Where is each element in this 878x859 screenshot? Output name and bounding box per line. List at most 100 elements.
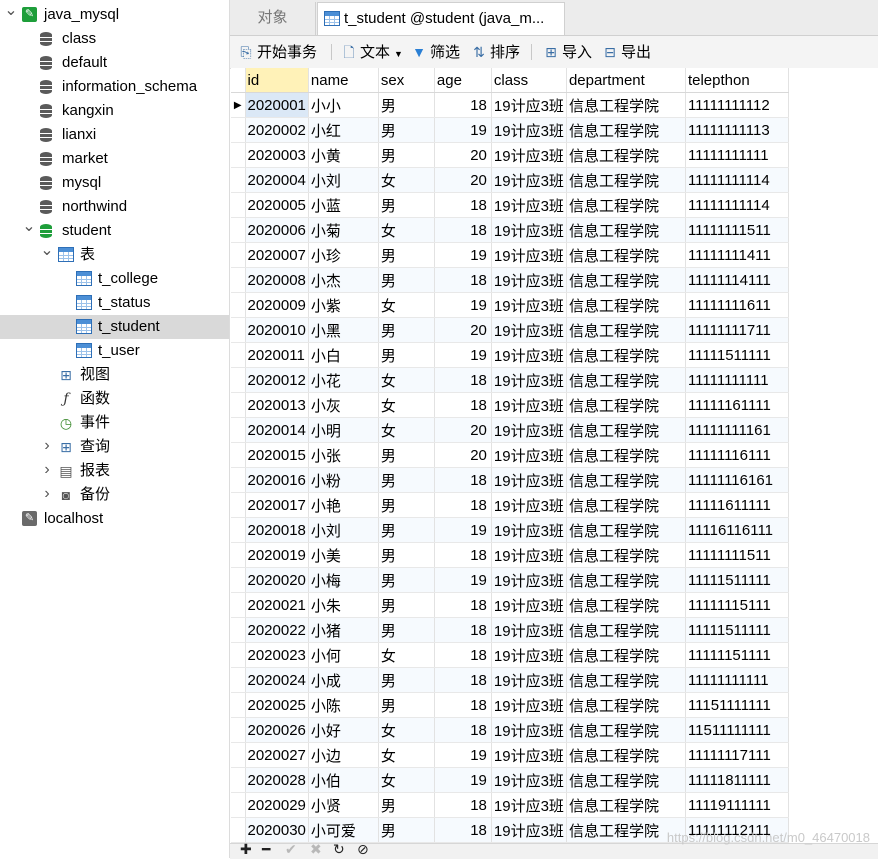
cell-class[interactable]: 19计应3班 bbox=[491, 142, 567, 168]
cell-id[interactable]: 2020021 bbox=[245, 592, 309, 618]
cell-sex[interactable]: 女 bbox=[378, 417, 435, 443]
row-header[interactable] bbox=[231, 667, 246, 693]
cell-id[interactable]: 2020004 bbox=[245, 167, 309, 193]
cell-telepthon[interactable]: 11111111511 bbox=[685, 217, 789, 243]
cell-class[interactable]: 19计应3班 bbox=[491, 742, 567, 768]
cell-telepthon[interactable]: 11111611111 bbox=[685, 492, 789, 518]
cell-name[interactable]: 小伯 bbox=[308, 767, 379, 793]
cell-telepthon[interactable]: 11111111611 bbox=[685, 292, 789, 318]
cell-department[interactable]: 信息工程学院 bbox=[566, 92, 686, 118]
cell-sex[interactable]: 男 bbox=[378, 317, 435, 343]
cell-telepthon[interactable]: 11111116161 bbox=[685, 467, 789, 493]
cell-id[interactable]: 2020027 bbox=[245, 742, 309, 768]
chevron-down-icon[interactable]: ⌄ bbox=[40, 243, 54, 267]
cell-telepthon[interactable]: 11111111111 bbox=[685, 142, 789, 168]
tree-item[interactable]: ⌄ student bbox=[0, 219, 229, 243]
table-row[interactable]: 2020025 小陈男 18 19计应3班 信息工程学院 11151111111 bbox=[231, 692, 789, 718]
cell-sex[interactable]: 男 bbox=[378, 442, 435, 468]
cell-sex[interactable]: 女 bbox=[378, 217, 435, 243]
cell-age[interactable]: 19 bbox=[434, 517, 492, 543]
tree-item[interactable]: market bbox=[0, 147, 229, 171]
cell-sex[interactable]: 男 bbox=[378, 242, 435, 268]
table-row[interactable]: 2020027 小边女 19 19计应3班 信息工程学院 11111117111 bbox=[231, 742, 789, 768]
table-row[interactable]: 2020010 小黑男 20 19计应3班 信息工程学院 11111111711 bbox=[231, 317, 789, 343]
cell-sex[interactable]: 女 bbox=[378, 167, 435, 193]
cell-name[interactable]: 小杰 bbox=[308, 267, 379, 293]
cell-telepthon[interactable]: 11111111111 bbox=[685, 367, 789, 393]
cell-id[interactable]: 2020029 bbox=[245, 792, 309, 818]
cell-telepthon[interactable]: 11111511111 bbox=[685, 567, 789, 593]
cell-department[interactable]: 信息工程学院 bbox=[566, 292, 686, 318]
cell-department[interactable]: 信息工程学院 bbox=[566, 442, 686, 468]
cell-id[interactable]: 2020013 bbox=[245, 392, 309, 418]
cell-name[interactable]: 小紫 bbox=[308, 292, 379, 318]
row-header[interactable] bbox=[231, 792, 246, 818]
row-header[interactable] bbox=[231, 592, 246, 618]
row-header[interactable] bbox=[231, 292, 246, 318]
row-header[interactable] bbox=[231, 817, 246, 843]
tree-item[interactable]: t_user bbox=[0, 339, 229, 363]
cell-telepthon[interactable]: 11111111114 bbox=[685, 167, 789, 193]
column-header-telepthon[interactable]: telepthon bbox=[685, 68, 789, 93]
cell-telepthon[interactable]: 11111111411 bbox=[685, 242, 789, 268]
cell-class[interactable]: 19计应3班 bbox=[491, 92, 567, 118]
cell-department[interactable]: 信息工程学院 bbox=[566, 517, 686, 543]
cell-age[interactable]: 19 bbox=[434, 342, 492, 368]
export-button[interactable]: ⊟ 导出 bbox=[602, 36, 651, 68]
cell-sex[interactable]: 男 bbox=[378, 692, 435, 718]
column-header-age[interactable]: age bbox=[434, 68, 492, 93]
cell-age[interactable]: 18 bbox=[434, 717, 492, 743]
cell-telepthon[interactable]: 11111111113 bbox=[685, 117, 789, 143]
cell-telepthon[interactable]: 11111511111 bbox=[685, 617, 789, 643]
cell-id[interactable]: 2020025 bbox=[245, 692, 309, 718]
cell-name[interactable]: 小蓝 bbox=[308, 192, 379, 218]
cell-age[interactable]: 18 bbox=[434, 192, 492, 218]
cell-sex[interactable]: 男 bbox=[378, 667, 435, 693]
cell-name[interactable]: 小黑 bbox=[308, 317, 379, 343]
cell-telepthon[interactable]: 11116116111 bbox=[685, 517, 789, 543]
cell-department[interactable]: 信息工程学院 bbox=[566, 467, 686, 493]
tree-item[interactable]: northwind bbox=[0, 195, 229, 219]
cell-id[interactable]: 2020017 bbox=[245, 492, 309, 518]
tree-item[interactable]: kangxin bbox=[0, 99, 229, 123]
table-row[interactable]: 2020026 小好女 18 19计应3班 信息工程学院 11511111111 bbox=[231, 717, 789, 743]
column-header-id[interactable]: id bbox=[245, 68, 309, 93]
tree-item[interactable]: › ⊞ 查询 bbox=[0, 435, 229, 459]
cell-id[interactable]: 2020003 bbox=[245, 142, 309, 168]
cell-name[interactable]: 小艳 bbox=[308, 492, 379, 518]
row-header[interactable] bbox=[231, 117, 246, 143]
cell-age[interactable]: 20 bbox=[434, 417, 492, 443]
cell-name[interactable]: 小花 bbox=[308, 367, 379, 393]
cell-age[interactable]: 18 bbox=[434, 792, 492, 818]
cell-class[interactable]: 19计应3班 bbox=[491, 342, 567, 368]
cell-class[interactable]: 19计应3班 bbox=[491, 492, 567, 518]
cell-name[interactable]: 小朱 bbox=[308, 592, 379, 618]
cell-sex[interactable]: 男 bbox=[378, 792, 435, 818]
cell-department[interactable]: 信息工程学院 bbox=[566, 217, 686, 243]
chevron-down-icon[interactable]: ⌄ bbox=[4, 3, 18, 27]
cell-department[interactable]: 信息工程学院 bbox=[566, 767, 686, 793]
tree-item[interactable]: t_student bbox=[0, 315, 229, 339]
cell-telepthon[interactable]: 11111117111 bbox=[685, 742, 789, 768]
tree-item[interactable]: t_college bbox=[0, 267, 229, 291]
tab-objects[interactable]: 对象 bbox=[230, 2, 316, 35]
cell-age[interactable]: 18 bbox=[434, 92, 492, 118]
row-header[interactable] bbox=[231, 492, 246, 518]
cell-name[interactable]: 小明 bbox=[308, 417, 379, 443]
table-row[interactable]: 2020002 小红男 19 19计应3班 信息工程学院 11111111113 bbox=[231, 117, 789, 143]
row-header[interactable] bbox=[231, 242, 246, 268]
table-row[interactable]: 2020007 小珍男 19 19计应3班 信息工程学院 11111111411 bbox=[231, 242, 789, 268]
cell-telepthon[interactable]: 11111161111 bbox=[685, 392, 789, 418]
table-row[interactable]: 2020019 小美男 18 19计应3班 信息工程学院 11111111511 bbox=[231, 542, 789, 568]
tree-item[interactable]: default bbox=[0, 51, 229, 75]
cell-name[interactable]: 小小 bbox=[308, 92, 379, 118]
cell-department[interactable]: 信息工程学院 bbox=[566, 367, 686, 393]
table-row[interactable]: 2020006 小菊女 18 19计应3班 信息工程学院 11111111511 bbox=[231, 217, 789, 243]
cell-age[interactable]: 18 bbox=[434, 267, 492, 293]
row-header[interactable] bbox=[231, 567, 246, 593]
cell-sex[interactable]: 男 bbox=[378, 267, 435, 293]
cell-class[interactable]: 19计应3班 bbox=[491, 217, 567, 243]
cell-id[interactable]: 2020030 bbox=[245, 817, 309, 843]
cell-sex[interactable]: 男 bbox=[378, 617, 435, 643]
table-row[interactable]: 2020003 小黄男 20 19计应3班 信息工程学院 11111111111 bbox=[231, 142, 789, 168]
